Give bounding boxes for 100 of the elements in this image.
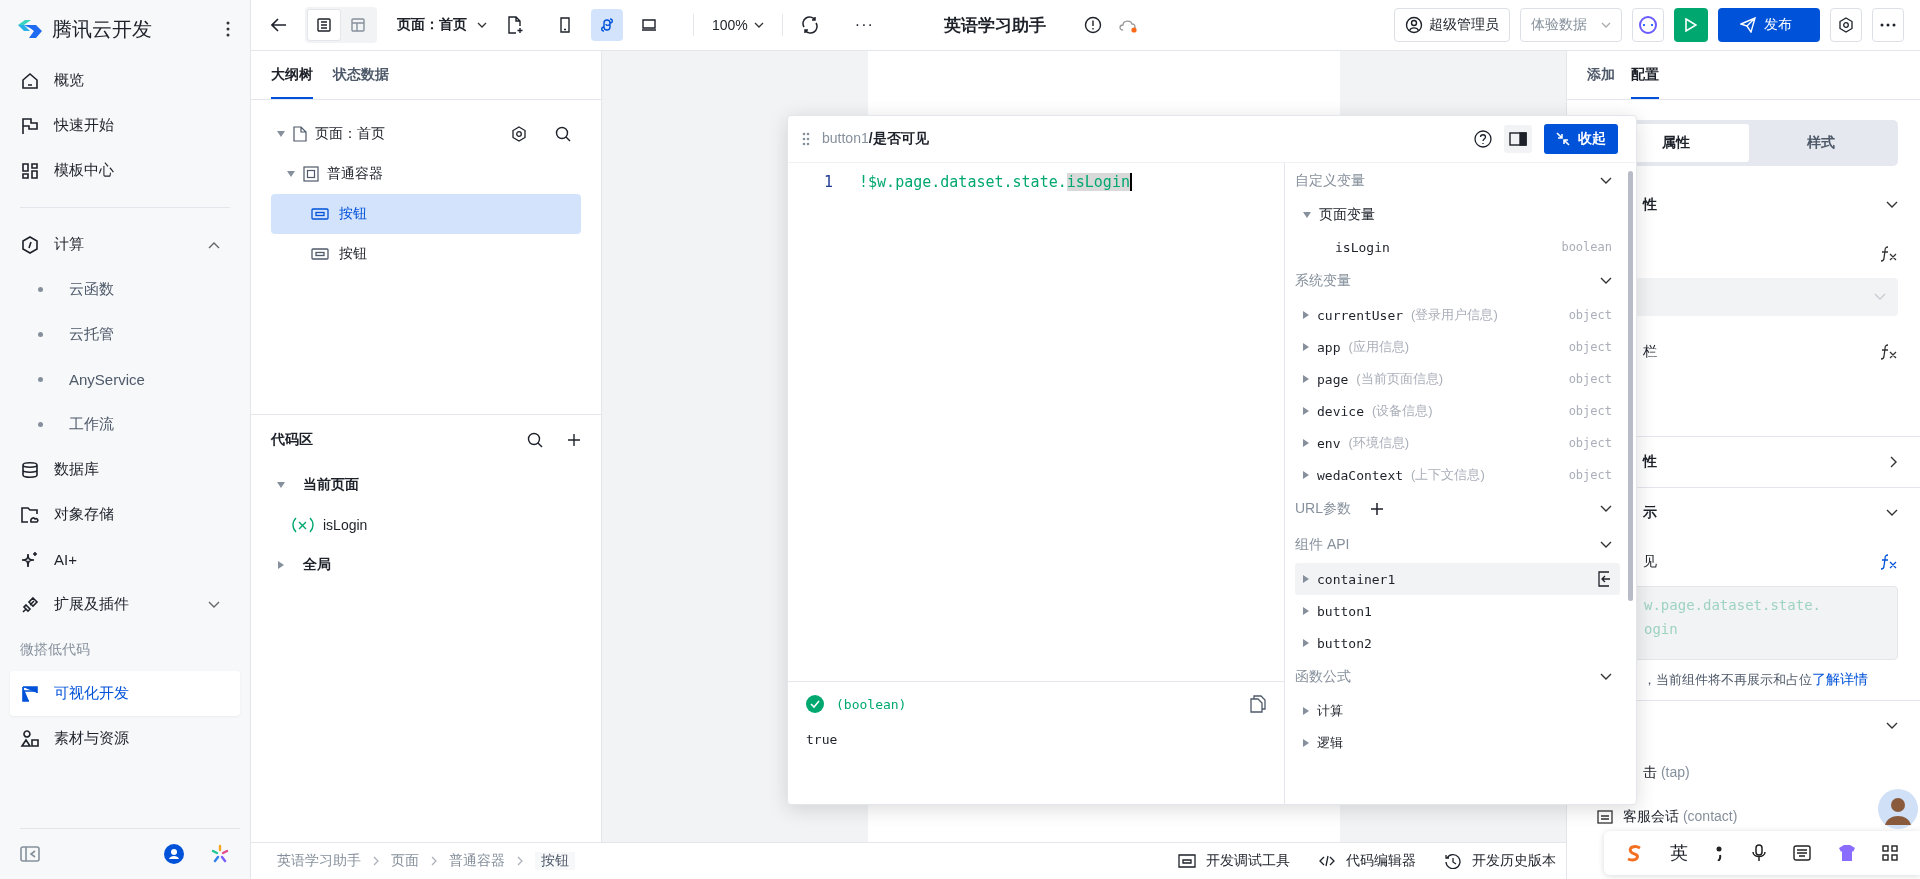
copy-icon[interactable] bbox=[1250, 695, 1266, 713]
side-panel-button[interactable] bbox=[1504, 125, 1532, 153]
search-icon[interactable] bbox=[555, 126, 571, 142]
sidebar-subitem[interactable]: AnyService bbox=[10, 357, 240, 402]
avatar-icon[interactable] bbox=[1878, 789, 1918, 829]
miniprogram-button[interactable] bbox=[591, 9, 623, 41]
tree-item[interactable]: 按钮 bbox=[271, 194, 581, 234]
settings-button[interactable] bbox=[1830, 8, 1862, 42]
panel-tab[interactable]: 状态数据 bbox=[333, 53, 389, 99]
code-group[interactable]: 全局 bbox=[303, 556, 331, 574]
chevron-icon[interactable] bbox=[1890, 456, 1898, 468]
add-icon[interactable] bbox=[567, 433, 581, 447]
formula-icon[interactable] bbox=[1880, 344, 1898, 360]
sidebar-item[interactable]: 素材与资源 bbox=[10, 716, 240, 761]
variable-row[interactable]: page (当前页面信息) object bbox=[1295, 363, 1620, 395]
sidebar-item[interactable]: 可视化开发 bbox=[10, 671, 240, 716]
caret-icon[interactable] bbox=[1303, 607, 1309, 615]
caret-icon[interactable] bbox=[1303, 471, 1309, 479]
sidebar-item[interactable]: 数据库 bbox=[10, 447, 240, 492]
caret-icon[interactable] bbox=[277, 131, 285, 137]
status-bar-tool[interactable]: 开发历史版本 bbox=[1444, 852, 1556, 870]
cloud-icon[interactable] bbox=[1117, 17, 1138, 33]
help-icon[interactable] bbox=[1474, 130, 1492, 148]
chevron-icon[interactable] bbox=[1600, 177, 1612, 185]
variable-row[interactable]: env (环境信息) object bbox=[1295, 427, 1620, 459]
variable-row[interactable]: currentUser (登录用户信息) object bbox=[1295, 299, 1620, 331]
input-mode-toggle[interactable]: 英 bbox=[1670, 841, 1689, 865]
caret-icon[interactable] bbox=[1303, 212, 1311, 218]
drag-handle-icon[interactable] bbox=[802, 132, 810, 146]
code-group[interactable]: 当前页面 bbox=[303, 476, 359, 494]
grid-menu-icon[interactable] bbox=[1882, 845, 1899, 861]
caret-icon[interactable] bbox=[1303, 439, 1309, 447]
search-icon[interactable] bbox=[527, 432, 543, 448]
variable-row[interactable]: device (设备信息) object bbox=[1295, 395, 1620, 427]
variable-row[interactable]: 计算 bbox=[1295, 695, 1620, 727]
sidebar-subitem[interactable]: 工作流 bbox=[10, 402, 240, 447]
tree-item[interactable]: 普通容器 bbox=[271, 154, 581, 194]
sidebar-item[interactable]: 快速开始 bbox=[10, 103, 240, 148]
sidebar-item[interactable]: 对象存储 bbox=[10, 492, 240, 537]
formula-icon[interactable] bbox=[1880, 554, 1898, 570]
chevron-icon[interactable] bbox=[1600, 505, 1612, 513]
zoom-select[interactable]: 100% bbox=[712, 17, 764, 33]
caret-icon[interactable] bbox=[1303, 343, 1309, 351]
more-button[interactable]: ··· bbox=[854, 16, 874, 34]
variable-row[interactable]: app (应用信息) object bbox=[1295, 331, 1620, 363]
status-bar-tool[interactable]: 开发调试工具 bbox=[1178, 852, 1290, 870]
sidebar-subitem[interactable]: 云函数 bbox=[10, 267, 240, 312]
learn-more-link[interactable]: 了解详情 bbox=[1812, 671, 1868, 689]
keyboard-icon[interactable] bbox=[1792, 845, 1811, 861]
variable-row[interactable]: wedaContext (上下文信息) object bbox=[1295, 459, 1620, 491]
microphone-icon[interactable] bbox=[1751, 844, 1766, 862]
event-item[interactable]: 客服会话 (contact) bbox=[1623, 808, 1738, 826]
caret-icon[interactable] bbox=[1303, 407, 1309, 415]
sidebar-subitem[interactable]: 云托管 bbox=[10, 312, 240, 357]
sidebar-item[interactable]: 计算 bbox=[10, 222, 240, 267]
assistant-button[interactable] bbox=[1632, 8, 1664, 42]
warning-icon[interactable] bbox=[1083, 16, 1102, 34]
variable-row[interactable]: container1 bbox=[1295, 563, 1620, 595]
insert-icon[interactable] bbox=[1596, 571, 1612, 587]
variable-row[interactable]: button1 bbox=[1295, 595, 1620, 627]
chevron-icon[interactable] bbox=[1600, 277, 1612, 285]
variable-row[interactable]: button2 bbox=[1295, 627, 1620, 659]
more-icon[interactable] bbox=[226, 21, 230, 37]
sidebar-item[interactable]: 扩展及插件 bbox=[10, 582, 240, 627]
segment-tab[interactable]: 样式 bbox=[1748, 124, 1894, 162]
caret-icon[interactable] bbox=[1303, 739, 1309, 747]
chevron-icon[interactable] bbox=[1886, 722, 1898, 730]
collapse-sidebar-icon[interactable] bbox=[20, 846, 40, 862]
preview-button[interactable] bbox=[1674, 8, 1708, 42]
spark-logo-icon[interactable] bbox=[210, 844, 230, 864]
variable-row[interactable]: 页面变量 bbox=[1295, 199, 1620, 231]
event-item[interactable]: 击 (tap) bbox=[1643, 764, 1690, 782]
caret-icon[interactable] bbox=[1303, 575, 1309, 583]
chevron-icon[interactable] bbox=[1600, 541, 1612, 549]
add-page-icon[interactable] bbox=[507, 16, 523, 34]
publish-button[interactable]: 发布 bbox=[1718, 8, 1820, 42]
add-icon[interactable] bbox=[1371, 503, 1383, 515]
caret-icon[interactable] bbox=[1303, 639, 1309, 647]
list-view-button[interactable] bbox=[307, 9, 341, 41]
chevron-icon[interactable] bbox=[1886, 509, 1898, 517]
chevron-icon[interactable] bbox=[1600, 673, 1612, 681]
status-bar-tool[interactable]: 代码编辑器 bbox=[1318, 852, 1416, 870]
sidebar-item[interactable]: 模板中心 bbox=[10, 148, 240, 193]
refresh-icon[interactable] bbox=[800, 16, 819, 34]
panel-tab[interactable]: 大纲树 bbox=[271, 53, 313, 99]
settings-icon[interactable] bbox=[511, 126, 527, 142]
caret-icon[interactable] bbox=[1303, 375, 1309, 383]
user-avatar-icon[interactable] bbox=[164, 844, 184, 864]
caret-icon[interactable] bbox=[277, 561, 285, 569]
panel-tab[interactable]: 添加 bbox=[1587, 53, 1615, 99]
panel-tab[interactable]: 配置 bbox=[1631, 53, 1659, 99]
role-button[interactable]: 超级管理员 bbox=[1394, 8, 1510, 42]
variable-row[interactable]: 逻辑 bbox=[1295, 727, 1620, 759]
sidebar-item[interactable]: AI+ bbox=[10, 537, 240, 582]
variable-row[interactable]: isLogin boolean bbox=[1295, 231, 1620, 263]
shirt-icon[interactable] bbox=[1837, 844, 1856, 862]
back-arrow-icon[interactable] bbox=[271, 18, 287, 32]
chevron-icon[interactable] bbox=[1886, 201, 1898, 209]
page-select[interactable]: 页面：首页 bbox=[397, 16, 487, 34]
sidebar-item[interactable]: 概览 bbox=[10, 58, 240, 103]
